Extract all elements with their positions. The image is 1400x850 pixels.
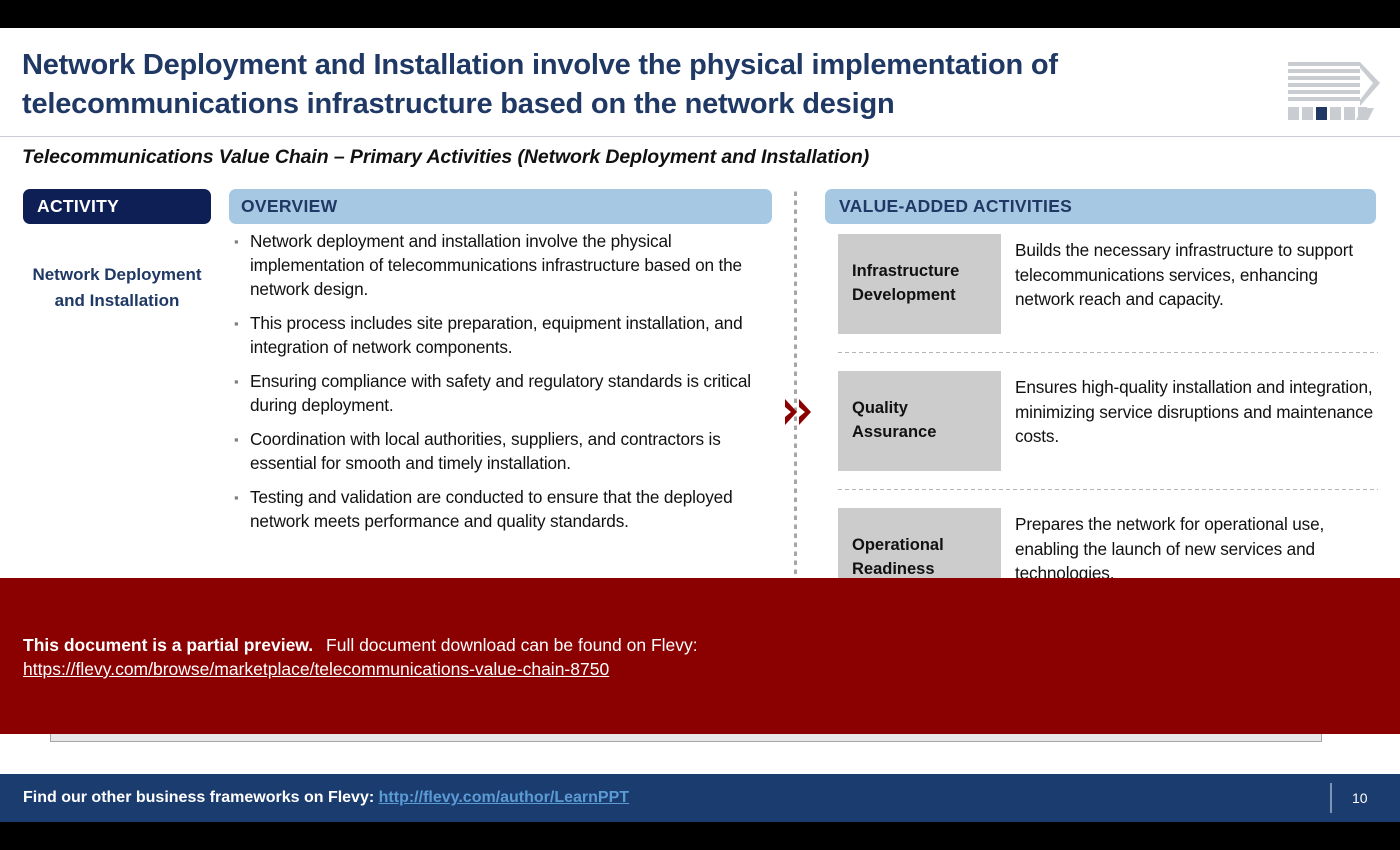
value-added-activity-row: Quality Assurance Ensures high-quality i… xyxy=(838,371,1378,471)
value-added-activities-list: Infrastructure Development Builds the ne… xyxy=(838,234,1378,608)
list-item-text: Coordination with local authorities, sup… xyxy=(250,429,721,473)
value-added-activities-column-header: VALUE-ADDED ACTIVITIES xyxy=(825,189,1376,224)
page-subtitle: Telecommunications Value Chain – Primary… xyxy=(22,146,870,168)
list-item-text: Network deployment and installation invo… xyxy=(250,231,742,299)
list-item: ▪ Testing and validation are conducted t… xyxy=(234,485,774,533)
title-divider-rule xyxy=(0,136,1400,137)
preview-banner-line1: This document is a partial preview. Full… xyxy=(23,633,1363,657)
page-number: 10 xyxy=(1352,790,1368,806)
row-separator xyxy=(838,489,1378,490)
preview-banner-url[interactable]: https://flevy.com/browse/marketplace/tel… xyxy=(23,657,1363,681)
footer-text: Find our other business frameworks on Fl… xyxy=(23,789,629,807)
value-added-activity-description: Ensures high-quality installation and in… xyxy=(1015,377,1374,446)
footer-label: Find our other business frameworks on Fl… xyxy=(23,789,375,806)
overview-bullet-list: ▪ Network deployment and installation in… xyxy=(234,229,774,543)
value-added-activity-tag: Quality Assurance xyxy=(838,371,1001,471)
preview-banner-bold-text: This document is a partial preview. xyxy=(23,635,314,655)
value-added-activity-tag: Infrastructure Development xyxy=(838,234,1001,334)
dotted-vertical-divider xyxy=(794,190,797,580)
activity-column-header: ACTIVITY xyxy=(23,189,211,224)
list-item: ▪ Network deployment and installation in… xyxy=(234,229,774,301)
list-item-text: Testing and validation are conducted to … xyxy=(250,487,733,531)
activity-column-header-label: ACTIVITY xyxy=(37,196,120,216)
value-added-activity-description: Prepares the network for operational use… xyxy=(1015,514,1325,583)
slide: Network Deployment and Installation invo… xyxy=(0,0,1400,850)
top-letterbox-bar xyxy=(0,0,1400,28)
bullet-square-icon: ▪ xyxy=(234,316,239,331)
bullet-square-icon: ▪ xyxy=(234,374,239,389)
list-item-text: This process includes site preparation, … xyxy=(250,313,743,357)
striped-chevron-logo xyxy=(1288,62,1380,124)
overview-column-header: OVERVIEW xyxy=(229,189,772,224)
bottom-letterbox-bar xyxy=(0,822,1400,850)
partial-preview-banner: This document is a partial preview. Full… xyxy=(0,578,1400,734)
bullet-square-icon: ▪ xyxy=(234,490,239,505)
overview-column-header-label: OVERVIEW xyxy=(241,196,338,216)
footer-link[interactable]: http://flevy.com/author/LearnPPT xyxy=(379,789,629,806)
value-added-activities-header-label: VALUE-ADDED ACTIVITIES xyxy=(839,196,1073,216)
footer-divider xyxy=(1330,783,1332,813)
bullet-square-icon: ▪ xyxy=(234,234,239,249)
preview-banner-rest-text: Full document download can be found on F… xyxy=(326,635,698,655)
page-title: Network Deployment and Installation invo… xyxy=(22,49,1058,120)
list-item: ▪ This process includes site preparation… xyxy=(234,311,774,359)
value-added-activity-row: Infrastructure Development Builds the ne… xyxy=(838,234,1378,334)
activity-name: Network Deployment and Installation xyxy=(32,265,202,311)
list-item-text: Ensuring compliance with safety and regu… xyxy=(250,371,751,415)
list-item: ▪ Coordination with local authorities, s… xyxy=(234,427,774,475)
value-added-activity-description: Builds the necessary infrastructure to s… xyxy=(1015,240,1353,309)
footer-bar: Find our other business frameworks on Fl… xyxy=(0,774,1400,822)
double-chevron-right-icon xyxy=(784,397,816,427)
row-separator xyxy=(838,352,1378,353)
list-item: ▪ Ensuring compliance with safety and re… xyxy=(234,369,774,417)
bullet-square-icon: ▪ xyxy=(234,432,239,447)
